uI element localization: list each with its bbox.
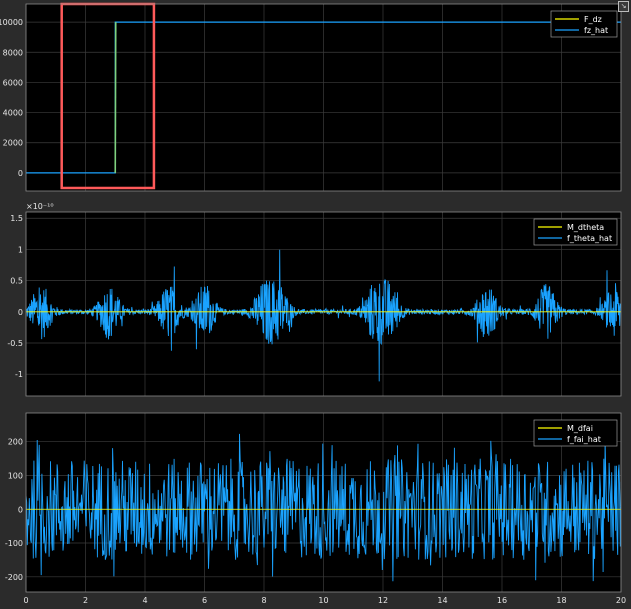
legend: M_dfai f_fai_hat — [533, 419, 618, 447]
y-tick-label: 2000 — [3, 139, 23, 148]
y-tick-label: 10000 — [0, 18, 23, 27]
y-tick-label: 4000 — [3, 109, 23, 118]
y-tick-label: 200 — [8, 438, 23, 447]
x-tick-label: 18 — [556, 596, 566, 605]
y-tick-label: 0.5 — [10, 277, 23, 286]
x-tick-label: 20 — [616, 596, 626, 605]
dock-arrow-icon[interactable]: ↘ — [618, 1, 629, 12]
y-tick-label: -0.5 — [7, 339, 23, 348]
legend: M_dtheta f_theta_hat — [533, 218, 618, 246]
y-tick-label: -100 — [5, 539, 23, 548]
y-tick-label: -1 — [15, 370, 23, 379]
x-tick-label: 6 — [202, 596, 207, 605]
axes-2: -1 -0.5 0 0.5 1 1.5×10⁻¹⁰ M_dtheta f_theta_hat — [7, 202, 622, 397]
figure-canvas: 0200040006000800010000 F_dzfz_hat-1-0.500… — [0, 2, 626, 605]
y-tick-label: 0 — [18, 505, 23, 514]
legend-label: f_theta_hat — [567, 234, 612, 243]
y-tick-label: 1.5 — [10, 214, 23, 223]
legend-label: fz_hat — [584, 26, 608, 35]
x-tick-label: 4 — [142, 596, 147, 605]
x-tick-label: 16 — [497, 596, 507, 605]
y-tick-label: 0 — [18, 308, 23, 317]
x-tick-label: 12 — [378, 596, 388, 605]
x-tick-label: 0 — [23, 596, 28, 605]
legend: F_dz fz_hat — [550, 10, 618, 38]
y-tick-label: 100 — [8, 471, 23, 480]
legend-label: f_fai_hat — [567, 435, 601, 444]
x-tick-label: 8 — [261, 596, 266, 605]
y-tick-label: 1 — [18, 245, 23, 254]
x-axis: 0 2 4 6 8 10 12 14 16 18 20 — [23, 596, 626, 605]
y-tick-label: 6000 — [3, 78, 23, 87]
legend-label: M_dtheta — [567, 223, 604, 232]
y-exponent-label: ×10⁻¹⁰ — [26, 202, 54, 211]
series-F_dz-line — [114, 22, 117, 173]
legend-label: M_dfai — [567, 424, 593, 433]
axes-3: -200 -100 0 100 200 M_dfai f_fai_hat — [5, 412, 622, 593]
y-tick-label: 8000 — [3, 48, 23, 57]
axes-1: 0 2000 4000 6000 8000 10000 F_dz fz_hat — [0, 2, 622, 192]
x-tick-label: 14 — [437, 596, 447, 605]
y-tick-label: 0 — [18, 169, 23, 178]
y-tick-label: -200 — [5, 573, 23, 582]
legend-label: F_dz — [584, 15, 602, 24]
x-tick-label: 10 — [318, 596, 328, 605]
x-tick-label: 2 — [83, 596, 88, 605]
